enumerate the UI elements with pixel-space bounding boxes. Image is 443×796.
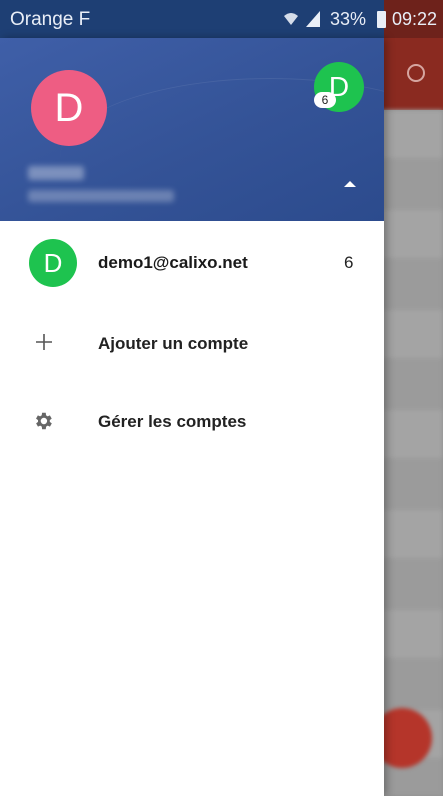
battery-percentage: 33%: [330, 9, 367, 29]
chevron-up-icon[interactable]: [344, 181, 356, 187]
unread-count: 6: [344, 253, 354, 272]
status-bar: Orange F 33% 09:22: [0, 0, 443, 38]
account-avatar: D: [29, 239, 77, 287]
manage-accounts-label: Gérer les comptes: [98, 412, 247, 431]
drawer-header: D D 6: [0, 38, 384, 221]
unread-badge: 6: [314, 92, 336, 108]
signal-icon: [306, 11, 320, 27]
add-account-button[interactable]: Ajouter un compte: [0, 306, 384, 376]
gear-icon: [36, 412, 52, 430]
add-account-label: Ajouter un compte: [98, 334, 249, 353]
account-email-label: demo1@calixo.net: [98, 253, 248, 272]
plus-icon: [36, 334, 52, 350]
account-list-item[interactable]: D demo1@calixo.net 6: [0, 225, 384, 295]
clock: 09:22: [392, 9, 438, 29]
wifi-icon: [284, 13, 298, 25]
navigation-drawer: D D 6 D demo1@calixo.net 6 Ajouter un co…: [0, 38, 384, 796]
account-email: [28, 190, 174, 202]
current-account-avatar[interactable]: D: [31, 70, 107, 146]
manage-accounts-button[interactable]: Gérer les comptes: [0, 384, 384, 454]
battery-icon: [377, 11, 386, 28]
search-icon: [407, 64, 425, 82]
carrier-name: Orange F: [10, 9, 91, 30]
account-name: [28, 166, 84, 180]
